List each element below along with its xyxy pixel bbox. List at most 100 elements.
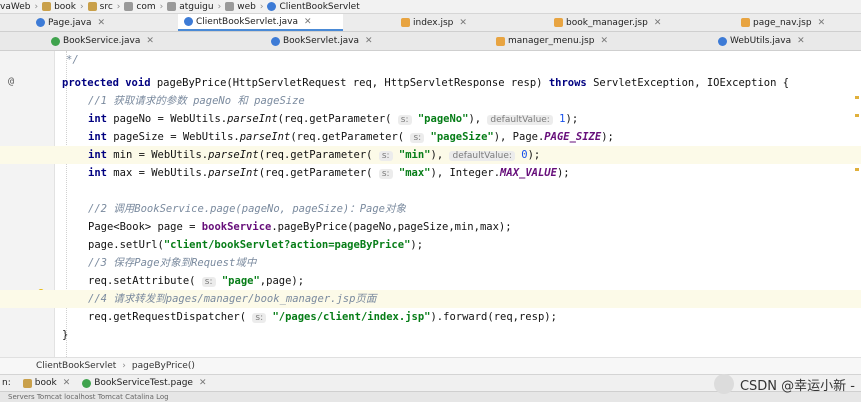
class-icon (267, 2, 277, 11)
tab-page-nav-jsp[interactable]: page_nav.jsp ✕ (735, 14, 861, 31)
close-icon[interactable]: ✕ (146, 36, 154, 46)
tab-clientbookservlet-java[interactable]: ClientBookServlet.java ✕ (178, 14, 343, 31)
structure-crumb-method[interactable]: pageByPrice() (132, 361, 195, 371)
code-line: req.getRequestDispatcher( s: "/pages/cli… (0, 308, 861, 326)
method-call: parseInt (208, 149, 259, 161)
tab-page-java[interactable]: Page.java ✕ (30, 14, 160, 31)
string-literal: "max" (398, 167, 431, 179)
class-icon (718, 36, 727, 46)
code-text: ), Page. (493, 131, 545, 143)
comment: //1 获取请求的参数 pageNo 和 pageSize (88, 95, 305, 107)
tab-label: BookService.java (63, 36, 141, 46)
close-icon[interactable]: ✕ (63, 378, 71, 388)
code-line: Page<Book> page = bookService.pageByPric… (0, 218, 861, 236)
crumb-class[interactable]: › ClientBookServlet (256, 2, 360, 12)
string-literal: "min" (398, 149, 431, 161)
tab-webutils-java[interactable]: WebUtils.java ✕ (712, 32, 861, 50)
code-text: max = WebUtils. (113, 167, 209, 179)
structure-breadcrumb: ClientBookServlet › pageByPrice() (0, 357, 861, 374)
statement: int max = WebUtils.parseInt(req.getParam… (88, 164, 570, 183)
package-icon (124, 2, 134, 11)
string-literal: "/pages/client/index.jsp" (272, 311, 431, 323)
crumb-label: book (54, 1, 77, 12)
string-literal: "pageNo" (417, 113, 469, 125)
crumb-separator: › (122, 361, 126, 371)
closing-brace: } (62, 329, 69, 341)
crumb-label: web (237, 1, 256, 12)
tab-index-jsp[interactable]: index.jsp ✕ (395, 14, 530, 31)
crumb-project[interactable]: vaWeb (0, 2, 30, 12)
keyword: int (88, 167, 107, 179)
crumb-atguigu[interactable]: › atguigu (156, 2, 214, 12)
code-text: page.setUrl( (88, 239, 164, 251)
code-text: (req.getParameter( (258, 149, 373, 161)
parameter-hint: s: (201, 277, 216, 287)
method-name: pageByPrice(HttpServletRequest req, Http… (156, 77, 543, 89)
close-icon[interactable]: ✕ (199, 378, 207, 388)
tab-label: index.jsp (413, 17, 454, 28)
tab-label: BookServlet.java (283, 36, 359, 46)
tab-bookservice-java[interactable]: BookService.java ✕ (45, 32, 215, 50)
code-text: ), Integer. (430, 167, 501, 179)
code-line: req.setAttribute( s: "page",page); (0, 272, 861, 290)
statement: int pageNo = WebUtils.parseInt(req.getPa… (88, 110, 578, 129)
close-icon[interactable]: ✕ (797, 36, 805, 46)
tab-manager-menu-jsp[interactable]: manager_menu.jsp ✕ (490, 32, 660, 50)
statement: page.setUrl("client/bookServlet?action=p… (88, 236, 423, 254)
structure-crumb-class[interactable]: ClientBookServlet (36, 361, 116, 371)
field-reference: bookService (201, 221, 272, 233)
keyword: protected (62, 77, 119, 89)
statement: req.setAttribute( s: "page",page); (88, 272, 304, 291)
comment: //3 保存Page对象到Request域中 (88, 257, 257, 269)
close-icon[interactable]: ✕ (304, 17, 312, 27)
run-tab-label: book (34, 378, 57, 388)
close-icon[interactable]: ✕ (818, 18, 826, 28)
method-call: parseInt (208, 167, 259, 179)
code-line: */ (0, 51, 861, 69)
crumb-src[interactable]: › src (76, 2, 113, 12)
code-line: //1 获取请求的参数 pageNo 和 pageSize (0, 92, 861, 110)
method-call: parseInt (227, 113, 278, 125)
keyword: int (88, 149, 107, 161)
keyword: throws (548, 77, 587, 89)
code-text: ); (527, 149, 541, 161)
jsp-icon (401, 18, 410, 27)
tab-bookservlet-java[interactable]: BookServlet.java ✕ (265, 32, 425, 50)
parameter-hint: s: (410, 133, 425, 143)
folder-icon (42, 2, 52, 11)
close-icon[interactable]: ✕ (600, 36, 608, 46)
string-literal: "page" (221, 275, 260, 287)
crumb-module[interactable]: › book (30, 2, 76, 12)
run-tab-test[interactable]: BookServiceTest.page ✕ (82, 378, 207, 388)
close-icon[interactable]: ✕ (459, 18, 467, 28)
run-label: n: (2, 378, 11, 388)
code-line: int pageNo = WebUtils.parseInt(req.getPa… (0, 110, 861, 128)
run-tab-book[interactable]: book ✕ (22, 378, 71, 388)
package-icon (225, 2, 235, 11)
code-text: pageSize = WebUtils. (113, 131, 240, 143)
comment: //2 调用BookService.page(pageNo, pageSize)… (88, 203, 407, 215)
close-icon[interactable]: ✕ (365, 36, 373, 46)
crumb-com[interactable]: › com (113, 2, 156, 12)
constant: PAGE_SIZE (544, 131, 602, 143)
crumb-label: com (136, 1, 156, 12)
code-text: (req.getParameter( (258, 167, 373, 179)
close-icon[interactable]: ✕ (98, 18, 106, 28)
crumb-label: ClientBookServlet (279, 1, 360, 12)
tab-label: WebUtils.java (730, 36, 792, 46)
statement: int min = WebUtils.parseInt(req.getParam… (88, 146, 540, 165)
class-icon (271, 36, 280, 46)
code-editor[interactable]: @ */ protected void pageByPrice(HttpServ… (0, 51, 861, 357)
parameter-hint: s: (397, 115, 412, 125)
keyword: int (88, 131, 107, 143)
parameter-hint: defaultValue: (487, 115, 553, 125)
code-line: page.setUrl("client/bookServlet?action=p… (0, 236, 861, 254)
parameter-hint: s: (378, 169, 393, 179)
code-text: Page<Book> page = (88, 221, 202, 233)
tab-book-manager-jsp[interactable]: book_manager.jsp ✕ (548, 14, 708, 31)
close-icon[interactable]: ✕ (654, 18, 662, 28)
comment: //4 请求转发到pages/manager/book_manager.jsp页… (88, 293, 377, 305)
crumb-web[interactable]: › web (214, 2, 256, 12)
folder-icon (87, 2, 97, 11)
navigation-breadcrumb: vaWeb › book › src › com › atguigu › web › Cli… (0, 0, 861, 14)
